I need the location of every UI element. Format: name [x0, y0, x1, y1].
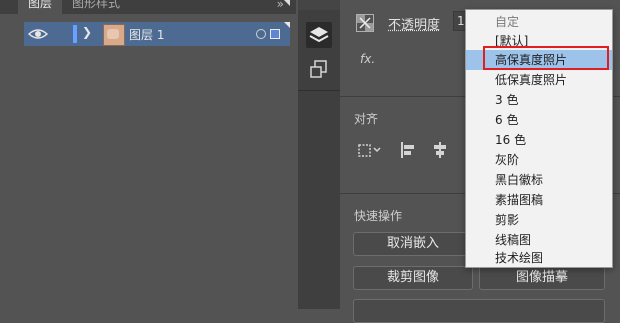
panel-tab-bar: 图层 图形样式 » [0, 0, 296, 14]
menu-item-technical-drawing[interactable]: 技术绘图 [466, 248, 612, 268]
artboards-icon [310, 60, 327, 78]
opacity-checker-icon[interactable] [356, 14, 374, 32]
more-options-button[interactable] [353, 299, 605, 323]
tab-layers[interactable]: 图层 [18, 0, 63, 14]
selection-indicator-icon[interactable] [270, 29, 280, 39]
menu-item-black-white-logo[interactable]: 黑白徽标 [466, 170, 612, 190]
menu-item-custom: 自定 [495, 15, 520, 29]
callout-highlight-box [483, 46, 609, 70]
quick-actions-title: 快速操作 [354, 209, 403, 223]
tab-graphic-styles[interactable]: 图形样式 [64, 0, 128, 14]
fx-effects-button[interactable]: fx. [360, 52, 375, 66]
layers-icon [309, 27, 329, 43]
layers-panel: 图层 图形样式 » ❯ 图层 1 [0, 0, 296, 309]
eye-icon[interactable] [28, 27, 48, 41]
opacity-label[interactable]: 不透明度 [388, 14, 440, 33]
align-center-icon[interactable] [430, 140, 450, 160]
align-to-icon[interactable] [356, 140, 384, 160]
menu-item-16-colors[interactable]: 16 色 [466, 130, 612, 150]
align-left-icon[interactable] [398, 140, 418, 160]
menu-item-grayscale[interactable]: 灰阶 [466, 150, 612, 170]
chevron-right-icon[interactable]: ❯ [82, 25, 92, 39]
align-section-title: 对齐 [354, 112, 379, 126]
panel-expand-icon[interactable]: » [277, 0, 284, 11]
dock-divider [298, 90, 340, 91]
dock-grip[interactable] [298, 0, 340, 10]
menu-item-silhouettes[interactable]: 剪影 [466, 210, 612, 230]
image-trace-button[interactable]: 图像描摹 [479, 266, 605, 290]
layers-dock-button[interactable] [306, 22, 332, 48]
layer-color-marker [73, 25, 77, 43]
menu-item-line-art[interactable]: 线稿图 [466, 230, 612, 250]
layer-thumbnail [103, 24, 125, 46]
tab-corner-triangle-icon [284, 0, 290, 6]
menu-item-sketched-art[interactable]: 素描图稿 [466, 190, 612, 210]
layer-row[interactable]: ❯ 图层 1 [24, 22, 290, 46]
menu-item-6-colors[interactable]: 6 色 [466, 110, 612, 130]
menu-item-low-fidelity-photo[interactable]: 低保真度照片 [466, 70, 612, 90]
artboards-dock-button[interactable] [306, 56, 332, 82]
panel-dock [298, 0, 340, 309]
menu-item-3-colors[interactable]: 3 色 [466, 90, 612, 110]
layer-corner-triangle-icon [284, 22, 290, 28]
layer-name[interactable]: 图层 1 [129, 26, 164, 43]
target-circle-icon[interactable] [256, 29, 266, 39]
crop-image-button[interactable]: 裁剪图像 [353, 266, 473, 290]
unembed-button[interactable]: 取消嵌入 [353, 232, 473, 256]
